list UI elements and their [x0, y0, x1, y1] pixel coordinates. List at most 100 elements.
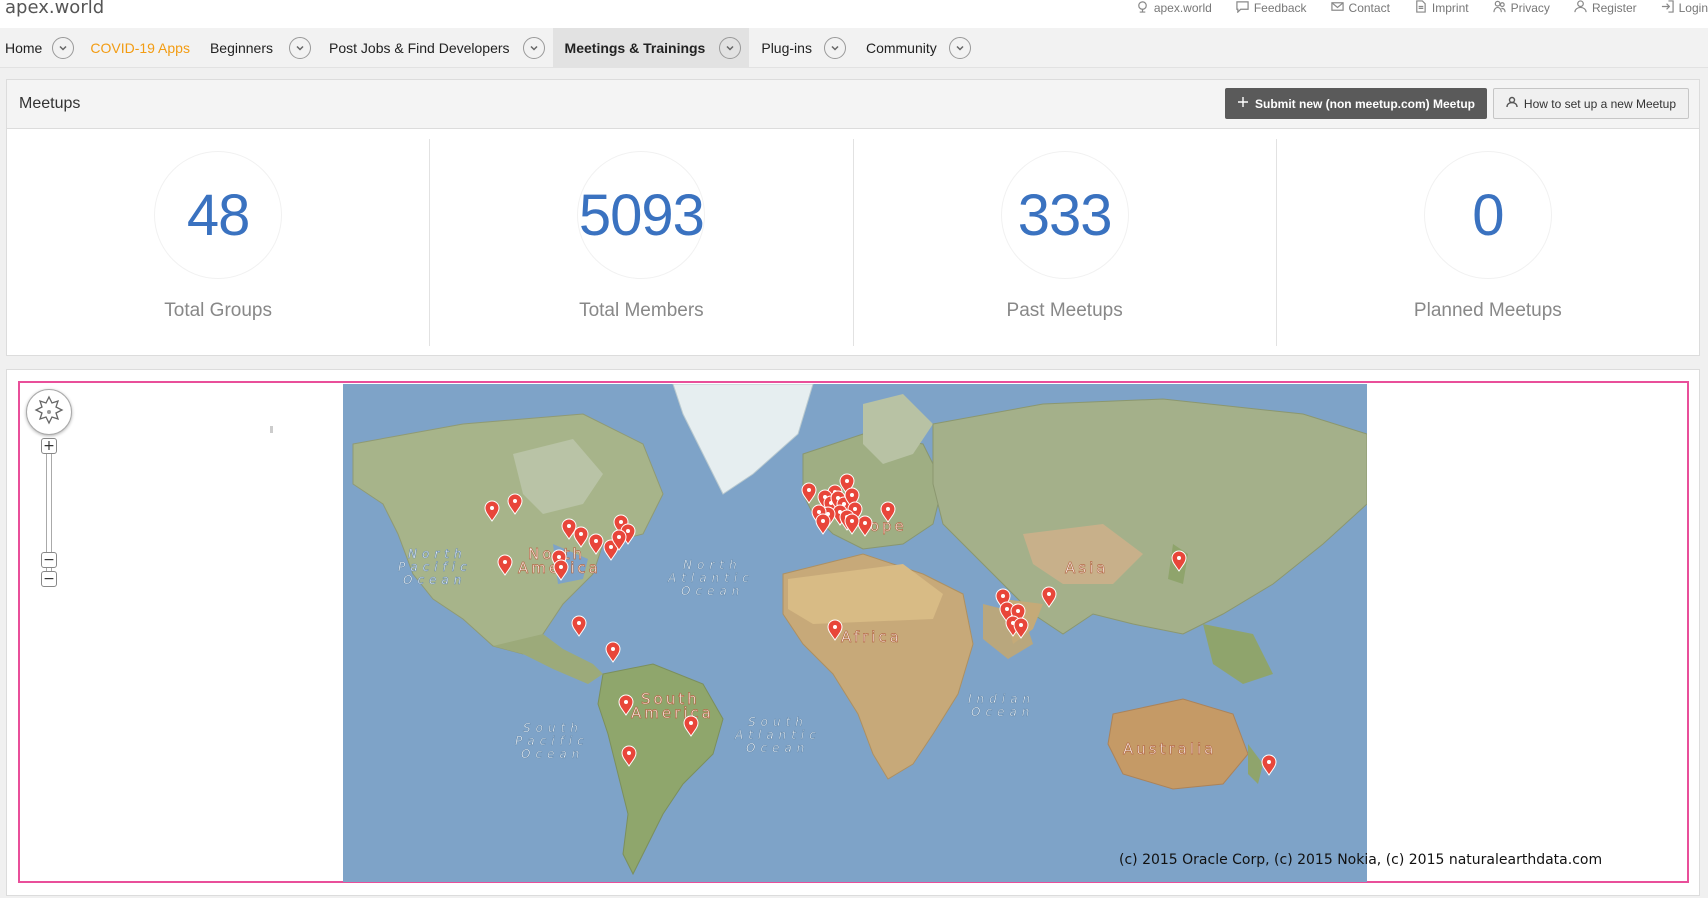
map-marker-dot: [513, 499, 517, 503]
nav-item-label: COVID-19 Apps: [90, 39, 190, 56]
top-link-privacy[interactable]: Privacy: [1469, 0, 1550, 16]
map-marker-dot: [490, 506, 494, 510]
map-marker-dot: [619, 520, 623, 524]
mail-icon: [1330, 0, 1344, 16]
map-copyright: (c) 2015 Oracle Corp, (c) 2015 Nokia, (c…: [1119, 852, 1603, 868]
region-title: Meetups: [19, 95, 81, 112]
top-link-label: Feedback: [1253, 1, 1307, 15]
map-frame: + − − North Pacific Ocean North Atlantic…: [18, 381, 1689, 883]
chevron-down-icon[interactable]: [289, 36, 312, 59]
map-marker-dot: [817, 510, 821, 514]
map-label: Pacific: [398, 560, 472, 574]
stat-label: Total Groups: [164, 300, 272, 321]
pan-control[interactable]: [26, 389, 72, 435]
map-marker-dot: [1005, 607, 1009, 611]
nav-item-home[interactable]: Home: [0, 28, 84, 68]
stat-badge: 48: [154, 151, 283, 279]
stat-badge: 333: [1000, 151, 1129, 279]
map-marker-dot: [579, 532, 583, 536]
map-marker-dot: [567, 524, 571, 528]
map-scale-tick: [270, 426, 273, 433]
map-label: Atlantic: [734, 728, 821, 742]
zoom-in-button[interactable]: +: [41, 438, 57, 454]
top-link-feedback[interactable]: Feedback: [1212, 0, 1307, 16]
map-marker-dot: [577, 621, 581, 625]
top-link-contact[interactable]: Contact: [1307, 0, 1390, 16]
map-marker-dot: [845, 479, 849, 483]
nav-item-label: Community: [865, 39, 937, 56]
map-marker-dot: [886, 507, 890, 511]
nav-item-post-jobs[interactable]: Post Jobs & Find Developers: [329, 28, 553, 68]
zoom-slider-handle[interactable]: −: [41, 552, 57, 568]
top-link-label: Register: [1591, 1, 1637, 15]
map-marker-dot: [853, 507, 857, 511]
nav-item-covid19-apps[interactable]: COVID-19 Apps: [84, 28, 205, 68]
stat-value: 48: [186, 182, 251, 248]
top-link-label: apex.world: [1153, 1, 1212, 15]
map-label: Indian: [968, 692, 1035, 706]
stat-past-meetups: 333 Past Meetups: [854, 139, 1277, 346]
stat-badge: 0: [1423, 151, 1552, 279]
map-marker-dot: [1047, 592, 1051, 596]
map-marker-dot: [863, 521, 867, 525]
top-link-label: Contact: [1348, 1, 1390, 15]
plus-icon: [1237, 96, 1249, 111]
map-marker-dot: [807, 488, 811, 492]
stat-value: 0: [1472, 182, 1504, 248]
map-marker-dot: [557, 555, 561, 559]
chevron-down-icon[interactable]: [522, 36, 545, 59]
stat-value: 333: [1017, 182, 1113, 248]
map-region: + − − North Pacific Ocean North Atlantic…: [6, 369, 1700, 896]
map-label: Africa: [841, 628, 902, 646]
top-link-label: Privacy: [1510, 1, 1550, 15]
chevron-down-icon[interactable]: [948, 36, 971, 59]
world-map-svg: North Pacific Ocean North Atlantic Ocean…: [343, 384, 1367, 882]
nav-item-label: Post Jobs & Find Developers: [329, 39, 510, 56]
nav-item-meetings-trainings[interactable]: Meetings & Trainings: [552, 27, 750, 68]
zoom-out-button[interactable]: −: [41, 571, 57, 587]
login-icon: [1661, 0, 1674, 16]
meetups-region: Meetups Submit new (non meetup.com) Meet…: [6, 79, 1700, 356]
stat-value: 5093: [578, 182, 705, 248]
stat-label: Planned Meetups: [1413, 300, 1562, 321]
user-icon: [1506, 96, 1518, 111]
chevron-down-icon[interactable]: [719, 36, 742, 59]
nav-item-beginners[interactable]: Beginners: [205, 28, 329, 68]
top-link-imprint[interactable]: Imprint: [1390, 0, 1469, 16]
map-marker-dot: [626, 529, 630, 533]
map-label: Asia: [1065, 559, 1108, 577]
map-marker-dot: [689, 721, 693, 725]
stat-badge: 5093: [577, 151, 706, 279]
map-marker-dot: [821, 519, 825, 523]
top-link-label: Imprint: [1431, 1, 1469, 15]
nav-item-community[interactable]: Community: [866, 28, 981, 68]
chevron-down-icon[interactable]: [52, 36, 75, 59]
top-bar: apex.world apex.world Feedback Contact I…: [0, 0, 1708, 28]
map-marker-dot: [594, 539, 598, 543]
top-link-login[interactable]: Login: [1637, 0, 1708, 16]
map-marker-dot: [503, 560, 507, 564]
map-marker-dot: [1267, 760, 1271, 764]
user-icon: [1574, 0, 1587, 16]
map-label: North: [683, 558, 742, 572]
map-marker-dot: [1016, 609, 1020, 613]
map-marker-dot: [850, 519, 854, 523]
howto-meetup-button[interactable]: How to set up a new Meetup: [1492, 88, 1689, 119]
nav-item-plugins[interactable]: Plug-ins: [749, 28, 866, 68]
top-link-register[interactable]: Register: [1550, 0, 1637, 16]
nav-item-label: Home: [5, 39, 43, 56]
map-label: America: [631, 704, 714, 722]
map-marker-dot: [1001, 594, 1005, 598]
site-brand[interactable]: apex.world: [5, 0, 104, 18]
map-marker-dot: [559, 565, 563, 569]
map-label: Atlantic: [667, 571, 754, 585]
world-map[interactable]: North Pacific Ocean North Atlantic Ocean…: [343, 384, 1367, 882]
map-label: Ocean: [521, 747, 584, 761]
button-label: How to set up a new Meetup: [1523, 96, 1676, 111]
chevron-down-icon[interactable]: [823, 36, 846, 59]
map-label: North: [408, 547, 467, 561]
map-label: Ocean: [746, 741, 809, 755]
top-link-apexworld[interactable]: apex.world: [1112, 0, 1212, 16]
top-link-label: Login: [1678, 1, 1708, 15]
submit-meetup-button[interactable]: Submit new (non meetup.com) Meetup: [1224, 88, 1487, 119]
